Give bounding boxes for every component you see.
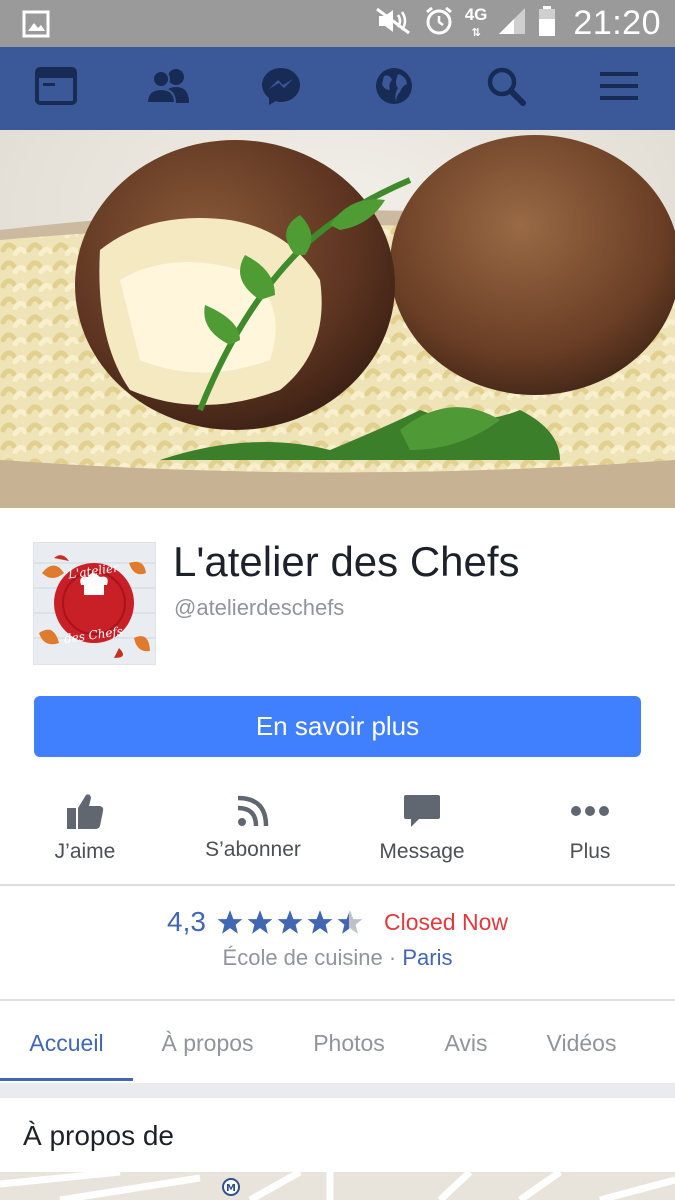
more-label: Plus [569, 840, 611, 863]
search-icon [486, 66, 527, 111]
clock: 21:20 [573, 4, 661, 42]
page-logo[interactable]: L'atelier des Chefs [33, 542, 156, 665]
status-bar: 4G ⇅ 21:20 [0, 0, 675, 47]
tab-videos[interactable]: Vidéos [530, 1003, 633, 1083]
page-handle: @atelierdeschefs [174, 595, 345, 620]
star-icon [307, 909, 333, 934]
page-tabs: Accueil À propos Photos Avis Vidéos [0, 1003, 675, 1083]
active-tab-indicator [0, 1078, 133, 1081]
globe-icon [374, 66, 414, 111]
cover-photo[interactable] [0, 130, 675, 508]
follow-button[interactable]: S’abonner [168, 786, 338, 862]
page-title: L'atelier des Chefs [173, 538, 520, 585]
like-label: J’aime [54, 840, 116, 863]
section-separator [0, 1083, 675, 1098]
page-actions: J’aime S’abonner Message Plus [0, 786, 675, 882]
search-button[interactable] [464, 47, 548, 130]
menu-icon [599, 70, 639, 107]
top-nav [0, 47, 675, 130]
network-label: 4G ⇅ [464, 4, 488, 39]
signal-icon [497, 6, 527, 41]
category-label: École de cuisine [222, 945, 383, 970]
tab-accueil[interactable]: Accueil [0, 1003, 133, 1083]
location-map[interactable]: M [0, 1172, 675, 1200]
alarm-icon [423, 5, 455, 42]
more-icon [505, 786, 675, 836]
star-icon [247, 909, 273, 934]
message-label: Message [379, 840, 465, 863]
tab-avis[interactable]: Avis [420, 1003, 512, 1083]
messenger-icon [261, 66, 301, 111]
mute-icon [373, 6, 413, 41]
about-section-title: À propos de [23, 1120, 174, 1151]
messenger-button[interactable] [239, 47, 323, 130]
tab-a-propos[interactable]: À propos [140, 1003, 275, 1083]
star-rating [216, 909, 364, 936]
star-icon [217, 909, 243, 934]
follow-rss-icon [168, 786, 338, 836]
news-feed-button[interactable] [14, 47, 98, 130]
rating-row[interactable]: 4,3 Closed Now [0, 906, 675, 938]
battery-icon [537, 5, 557, 42]
divider [0, 999, 675, 1001]
message-button[interactable]: Message [337, 786, 507, 864]
globe-button[interactable] [352, 47, 436, 130]
friends-button[interactable] [127, 47, 211, 130]
learn-more-button[interactable]: En savoir plus [34, 696, 641, 757]
message-icon [337, 786, 507, 836]
divider [0, 884, 675, 886]
opening-status: Closed Now [383, 908, 508, 935]
half-star-icon [337, 909, 363, 934]
separator-dot: · [388, 945, 397, 970]
city-link[interactable]: Paris [402, 945, 452, 970]
star-icon [277, 909, 303, 934]
image-icon [22, 10, 50, 43]
friends-icon [145, 67, 193, 110]
category-row: École de cuisine · Paris [0, 945, 675, 971]
follow-label: S’abonner [205, 838, 301, 861]
rating-value: 4,3 [167, 906, 206, 937]
svg-text:M: M [226, 1183, 236, 1194]
menu-button[interactable] [577, 47, 661, 130]
like-icon [0, 786, 170, 836]
tab-photos[interactable]: Photos [290, 1003, 408, 1083]
news-feed-icon [35, 67, 78, 110]
like-button[interactable]: J’aime [0, 786, 170, 864]
more-button[interactable]: Plus [505, 786, 675, 864]
